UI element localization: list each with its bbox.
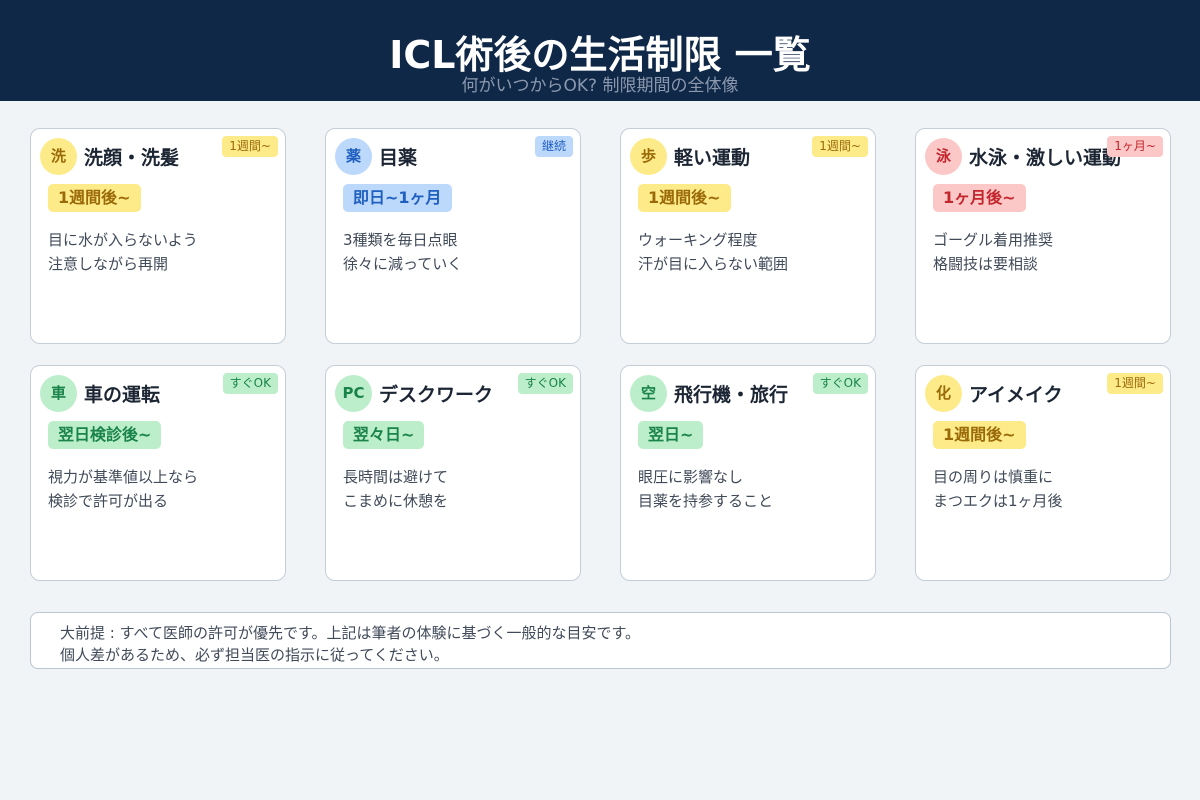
card-light-exercise: 歩 軽い運動 1週間~ 1週間後~ ウォーキング程度 汗が目に入らない範囲 (620, 128, 876, 344)
description-line: 視力が基準値以上なら (48, 468, 199, 486)
card-air-travel: 空 飛行機・旅行 すぐOK 翌日~ 眼圧に影響なし 目薬を持参すること (620, 365, 876, 581)
card-eye-drops: 薬 目薬 継続 即日~1ヶ月 3種類を毎日点眼 徐々に減っていく (325, 128, 581, 344)
card-title: 飛行機・旅行 (674, 384, 789, 406)
description-line: 目薬を持参すること (638, 492, 774, 510)
card-driving: 車 車の運転 すぐOK 翌日検診後~ 視力が基準値以上なら 検診で許可が出る (30, 365, 286, 581)
period-badge: 翌日検診後~ (48, 421, 162, 449)
card-swimming: 泳 水泳・激しい運動 1ヶ月~ 1ヶ月後~ ゴーグル着用推奨 格闘技は要相談 (915, 128, 1171, 344)
status-badge: すぐOK (517, 373, 573, 394)
description-line: ゴーグル着用推奨 (933, 231, 1054, 249)
description-line: 眼圧に影響なし (638, 468, 744, 486)
period-badge: 翌々日~ (343, 421, 425, 449)
description-line: 3種類を毎日点眼 (343, 231, 458, 249)
computer-icon: PC (335, 375, 372, 412)
walking-icon: 歩 (630, 138, 667, 175)
swimming-icon: 泳 (925, 138, 962, 175)
card-desk-work: PC デスクワーク すぐOK 翌々日~ 長時間は避けて こまめに休憩を (325, 365, 581, 581)
description-line: 汗が目に入らない範囲 (638, 255, 789, 273)
disclaimer-line: 大前提 : すべて医師の許可が優先です。上記は筆者の体験に基づく一般的な目安です… (60, 624, 640, 642)
period-badge: 1ヶ月後~ (933, 184, 1026, 212)
car-icon: 車 (40, 375, 77, 412)
status-badge: 1週間~ (222, 136, 278, 157)
period-badge: 1週間後~ (638, 184, 731, 212)
card-title: アイメイク (969, 384, 1063, 406)
card-description: ゴーグル着用推奨 格闘技は要相談 (933, 228, 1053, 276)
face-wash-icon: 洗 (40, 138, 77, 175)
page-subtitle: 何がいつからOK? 制限期間の全体像 (461, 76, 739, 96)
eye-drops-icon: 薬 (335, 138, 372, 175)
page-title: ICL術後の生活制限 一覧 (389, 33, 811, 77)
description-line: 目の周りは慎重に (933, 468, 1054, 486)
makeup-icon: 化 (925, 375, 962, 412)
description-line: 目に水が入らないよう (48, 231, 198, 249)
card-description: 目の周りは慎重に まつエクは1ヶ月後 (933, 465, 1063, 513)
disclaimer-line: 個人差があるため、必ず担当医の指示に従ってください。 (60, 646, 449, 664)
card-description: 長時間は避けて こまめに休憩を (343, 465, 448, 513)
description-line: 検診で許可が出る (48, 492, 169, 510)
card-description: 3種類を毎日点眼 徐々に減っていく (343, 228, 462, 276)
status-badge: 1ヶ月~ (1107, 136, 1163, 157)
description-line: こまめに休憩を (343, 492, 449, 510)
card-face-wash: 洗 洗顔・洗髪 1週間~ 1週間後~ 目に水が入らないよう 注意しながら再開 (30, 128, 286, 344)
card-description: ウォーキング程度 汗が目に入らない範囲 (638, 228, 788, 276)
description-line: 徐々に減っていく (343, 255, 463, 273)
card-description: 眼圧に影響なし 目薬を持参すること (638, 465, 773, 513)
airplane-icon: 空 (630, 375, 667, 412)
card-title: 水泳・激しい運動 (969, 147, 1122, 169)
disclaimer-note: 大前提 : すべて医師の許可が優先です。上記は筆者の体験に基づく一般的な目安です… (30, 612, 1171, 669)
description-line: 格闘技は要相談 (933, 255, 1039, 273)
card-title: 目薬 (379, 147, 418, 169)
status-badge: 1週間~ (1107, 373, 1163, 394)
status-badge: 1週間~ (812, 136, 868, 157)
period-badge: 即日~1ヶ月 (343, 184, 452, 212)
status-badge: 継続 (534, 136, 573, 157)
period-badge: 翌日~ (638, 421, 704, 449)
description-line: ウォーキング程度 (638, 231, 758, 249)
card-title: 軽い運動 (674, 147, 751, 169)
status-badge: すぐOK (222, 373, 278, 394)
page-header: ICL術後の生活制限 一覧 何がいつからOK? 制限期間の全体像 (0, 0, 1200, 101)
description-line: 注意しながら再開 (48, 255, 169, 273)
card-title: 車の運転 (84, 384, 161, 406)
description-line: 長時間は避けて (343, 468, 449, 486)
status-badge: すぐOK (812, 373, 868, 394)
period-badge: 1週間後~ (933, 421, 1026, 449)
card-title: デスクワーク (379, 384, 494, 406)
description-line: まつエクは1ヶ月後 (933, 492, 1063, 510)
card-title: 洗顔・洗髪 (84, 147, 180, 169)
card-description: 目に水が入らないよう 注意しながら再開 (48, 228, 198, 276)
period-badge: 1週間後~ (48, 184, 141, 212)
card-eye-makeup: 化 アイメイク 1週間~ 1週間後~ 目の周りは慎重に まつエクは1ヶ月後 (915, 365, 1171, 581)
card-description: 視力が基準値以上なら 検診で許可が出る (48, 465, 198, 513)
